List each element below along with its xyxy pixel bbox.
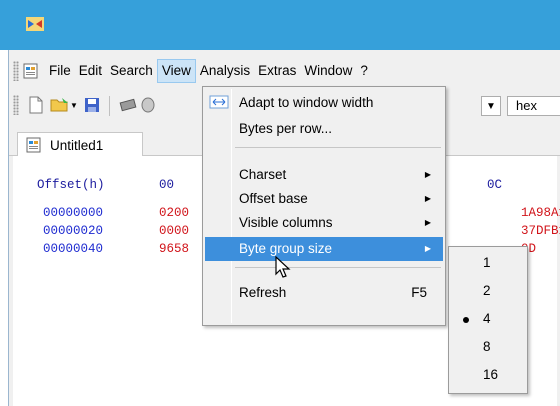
- submenu-arrow-icon: ▶: [424, 194, 431, 203]
- row-offset: 00000020: [43, 224, 104, 238]
- byte-group-option-2[interactable]: 2: [451, 279, 525, 303]
- menu-analysis[interactable]: Analysis: [196, 59, 254, 83]
- byte-group-option-16[interactable]: 16: [451, 363, 525, 387]
- toolbar-separator: [109, 96, 110, 116]
- dropdown-arrow-icon: ▼: [70, 100, 78, 110]
- open-button[interactable]: [49, 94, 71, 116]
- mouse-cursor-icon: [275, 256, 291, 278]
- row-data[interactable]: 0000: [159, 224, 189, 238]
- save-button[interactable]: [81, 94, 103, 116]
- menu-help[interactable]: ?: [356, 59, 372, 83]
- row-data[interactable]: 9658: [159, 242, 189, 256]
- chevron-down-icon: ▼: [486, 100, 496, 112]
- row-data-right[interactable]: 1A98A19F: [521, 206, 560, 220]
- row-offset: 00000040: [43, 242, 104, 256]
- shortcut-label: F5: [411, 285, 427, 300]
- row-offset: 00000000: [43, 206, 104, 220]
- menu-item-charset[interactable]: Charset ▶: [205, 163, 443, 187]
- menu-bar: File Edit Search View Analysis Extras Wi…: [9, 58, 372, 84]
- document-icon: [23, 63, 38, 79]
- byte-group-option-8[interactable]: 8: [451, 335, 525, 359]
- byte-group-option-4[interactable]: 4: [451, 307, 525, 331]
- menu-item-offset-base[interactable]: Offset base ▶: [205, 187, 443, 211]
- encoding-dropdown-button[interactable]: ▼: [481, 96, 501, 116]
- menu-search[interactable]: Search: [106, 59, 157, 83]
- view-menu-dropdown: Adapt to window width Bytes per row... C…: [202, 86, 446, 326]
- open-disk-button[interactable]: [137, 94, 159, 116]
- open-ram-button[interactable]: [117, 94, 139, 116]
- menu-file[interactable]: File: [45, 59, 75, 83]
- submenu-arrow-icon: ▶: [424, 170, 431, 179]
- encoding-select[interactable]: hex: [507, 96, 560, 116]
- column-header-00: 00: [159, 178, 175, 192]
- window-titlebar: [0, 0, 560, 50]
- menu-item-refresh[interactable]: Refresh F5: [205, 281, 443, 305]
- save-icon: [85, 98, 99, 112]
- menu-separator: [235, 147, 441, 148]
- app-icon: [26, 17, 44, 31]
- chip-icon: [119, 98, 137, 112]
- menu-item-byte-group-size[interactable]: Byte group size ▶: [205, 237, 443, 261]
- menu-item-adapt-width[interactable]: Adapt to window width: [205, 91, 443, 115]
- row-data[interactable]: 0200: [159, 206, 189, 220]
- adapt-width-icon: [209, 95, 229, 109]
- disk-icon: [141, 97, 155, 113]
- column-header-0c: 0C: [487, 178, 503, 192]
- menubar-grip[interactable]: [13, 61, 19, 81]
- open-dropdown[interactable]: ▼: [69, 94, 79, 116]
- open-folder-icon: [50, 98, 68, 112]
- toolbar-grip[interactable]: [13, 95, 19, 115]
- menu-item-bytes-per-row[interactable]: Bytes per row...: [205, 117, 443, 141]
- new-file-button[interactable]: [25, 94, 47, 116]
- menu-edit[interactable]: Edit: [75, 59, 106, 83]
- tab-untitled1[interactable]: Untitled1: [17, 132, 143, 157]
- byte-group-submenu: 1 2 4 8 16: [448, 246, 528, 394]
- radio-bullet-icon: [463, 317, 469, 323]
- menu-separator: [235, 267, 441, 268]
- tab-label: Untitled1: [50, 137, 104, 153]
- menu-view[interactable]: View: [156, 59, 196, 83]
- byte-group-option-1[interactable]: 1: [451, 251, 525, 275]
- submenu-arrow-icon: ▶: [424, 244, 431, 253]
- document-icon: [26, 137, 41, 153]
- row-data-right[interactable]: 37DFB1AA: [521, 224, 560, 238]
- submenu-arrow-icon: ▶: [424, 218, 431, 227]
- offset-column-header: Offset(h): [37, 178, 105, 192]
- new-file-icon: [29, 96, 43, 114]
- menu-window[interactable]: Window: [300, 59, 356, 83]
- menu-extras[interactable]: Extras: [254, 59, 300, 83]
- menu-item-visible-columns[interactable]: Visible columns ▶: [205, 211, 443, 235]
